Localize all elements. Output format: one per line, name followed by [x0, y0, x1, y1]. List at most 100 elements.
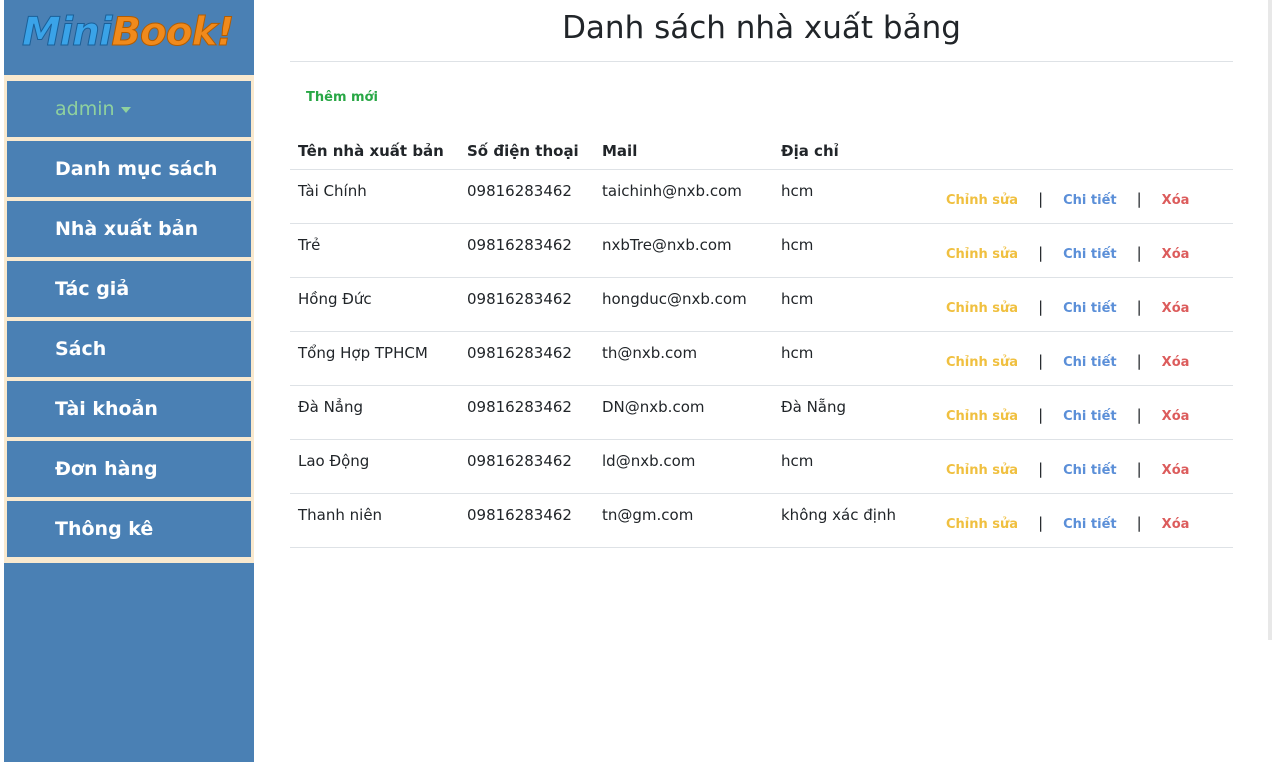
delete-link[interactable]: Xóa [1162, 409, 1190, 424]
column-header-actions [926, 130, 1233, 170]
delete-link[interactable]: Xóa [1162, 517, 1190, 532]
delete-link[interactable]: Xóa [1162, 355, 1190, 370]
action-separator: | [1136, 243, 1142, 262]
edit-link[interactable]: Chỉnh sửa [946, 247, 1018, 262]
cell-mail: taichinh@nxb.com [594, 169, 773, 224]
action-separator: | [1038, 297, 1044, 316]
cell-mail: DN@nxb.com [594, 385, 773, 440]
table-body: Tài Chính 09816283462 taichinh@nxb.com hcm C… [290, 169, 1233, 548]
sidebar-item-label: Thông kê [55, 518, 154, 540]
column-header-address: Địa chỉ [773, 130, 926, 170]
sidebar-item-categories[interactable]: Danh mục sách [7, 141, 251, 197]
cell-mail: ld@nxb.com [594, 439, 773, 494]
publisher-table: Tên nhà xuất bản Số điện thoại Mail Địa … [290, 130, 1233, 548]
cell-phone: 09816283462 [459, 277, 594, 332]
cell-name: Hồng Đức [290, 277, 459, 332]
edit-link[interactable]: Chỉnh sửa [946, 517, 1018, 532]
cell-address: hcm [773, 277, 926, 332]
delete-link[interactable]: Xóa [1162, 193, 1190, 208]
sidebar-item-label: Tác giả [55, 278, 130, 300]
table-row: Tài Chính 09816283462 taichinh@nxb.com hcm C… [290, 169, 1233, 224]
cell-name: Tổng Hợp TPHCM [290, 331, 459, 386]
sidebar-item-label: Nhà xuất bản [55, 218, 199, 240]
delete-link[interactable]: Xóa [1162, 463, 1190, 478]
table-row: Thanh niên 09816283462 tn@gm.com không xác … [290, 493, 1233, 548]
action-separator: | [1038, 513, 1044, 532]
cell-phone: 09816283462 [459, 439, 594, 494]
cell-actions: Chỉnh sửa | Chi tiết | Xóa [926, 331, 1233, 386]
cell-phone: 09816283462 [459, 169, 594, 224]
sidebar-item-label: Sách [55, 338, 107, 360]
delete-link[interactable]: Xóa [1162, 247, 1190, 262]
cell-address: Đà Nẵng [773, 385, 926, 440]
cell-mail: hongduc@nxb.com [594, 277, 773, 332]
edit-link[interactable]: Chỉnh sửa [946, 301, 1018, 316]
sidebar-item-books[interactable]: Sách [7, 321, 251, 377]
cell-name: Đà Nẳng [290, 385, 459, 440]
detail-link[interactable]: Chi tiết [1063, 355, 1116, 370]
cell-name: Thanh niên [290, 493, 459, 548]
detail-link[interactable]: Chi tiết [1063, 193, 1116, 208]
sidebar-item-publishers[interactable]: Nhà xuất bản [7, 201, 251, 257]
sidebar-item-authors[interactable]: Tác giả [7, 261, 251, 317]
page-title: Danh sách nhà xuất bảng [290, 0, 1233, 62]
brand-logo[interactable]: MiniBook! [21, 8, 262, 58]
chevron-down-icon [120, 107, 131, 113]
action-separator: | [1038, 405, 1044, 424]
cell-actions: Chỉnh sửa | Chi tiết | Xóa [926, 277, 1233, 332]
sidebar-item-label: Danh mục sách [55, 158, 218, 180]
cell-address: hcm [773, 223, 926, 278]
action-separator: | [1038, 189, 1044, 208]
edit-link[interactable]: Chỉnh sửa [946, 463, 1018, 478]
edit-link[interactable]: Chỉnh sửa [946, 193, 1018, 208]
cell-mail: nxbTre@nxb.com [594, 223, 773, 278]
cell-actions: Chỉnh sửa | Chi tiết | Xóa [926, 439, 1233, 494]
cell-name: Trẻ [290, 223, 459, 278]
brand-logo-part1: Mini [21, 10, 112, 56]
sidebar-item-accounts[interactable]: Tài khoản [7, 381, 251, 437]
add-new-link[interactable]: Thêm mới [306, 90, 378, 105]
detail-link[interactable]: Chi tiết [1063, 409, 1116, 424]
detail-link[interactable]: Chi tiết [1063, 247, 1116, 262]
edit-link[interactable]: Chỉnh sửa [946, 355, 1018, 370]
edit-link[interactable]: Chỉnh sửa [946, 409, 1018, 424]
action-separator: | [1038, 351, 1044, 370]
cell-address: hcm [773, 331, 926, 386]
scrollbar[interactable] [1268, 0, 1272, 640]
table-row: Hồng Đức 09816283462 hongduc@nxb.com hcm Chỉ… [290, 277, 1233, 332]
column-header-phone: Số điện thoại [459, 130, 594, 170]
action-separator: | [1136, 351, 1142, 370]
table-row: Đà Nẳng 09816283462 DN@nxb.com Đà Nẵng Chỉnh… [290, 385, 1233, 440]
cell-mail: tn@gm.com [594, 493, 773, 548]
sidebar-item-orders[interactable]: Đơn hàng [7, 441, 251, 497]
sidebar: MiniBook! admin Danh mục sách Nhà xuất b… [4, 0, 254, 762]
cell-name: Tài Chính [290, 169, 459, 224]
detail-link[interactable]: Chi tiết [1063, 301, 1116, 316]
table-row: Lao Động 09816283462 ld@nxb.com hcm Chỉnh sử… [290, 439, 1233, 494]
cell-actions: Chỉnh sửa | Chi tiết | Xóa [926, 223, 1233, 278]
action-separator: | [1136, 513, 1142, 532]
column-header-mail: Mail [594, 130, 773, 170]
cell-phone: 09816283462 [459, 223, 594, 278]
table-row: Tổng Hợp TPHCM 09816283462 th@nxb.com hcm Ch… [290, 331, 1233, 386]
sidebar-menu: admin Danh mục sách Nhà xuất bản Tác giả… [4, 75, 254, 563]
detail-link[interactable]: Chi tiết [1063, 517, 1116, 532]
cell-address: hcm [773, 169, 926, 224]
cell-phone: 09816283462 [459, 493, 594, 548]
table-row: Trẻ 09816283462 nxbTre@nxb.com hcm Chỉnh sửa… [290, 223, 1233, 278]
delete-link[interactable]: Xóa [1162, 301, 1190, 316]
cell-actions: Chỉnh sửa | Chi tiết | Xóa [926, 385, 1233, 440]
user-name: admin [55, 98, 115, 120]
sidebar-item-label: Đơn hàng [55, 458, 158, 480]
sidebar-item-statistics[interactable]: Thông kê [7, 501, 251, 557]
cell-address: hcm [773, 439, 926, 494]
cell-phone: 09816283462 [459, 331, 594, 386]
main-content: Danh sách nhà xuất bảng Thêm mới Tên nhà… [290, 0, 1233, 548]
cell-address: không xác định [773, 493, 926, 548]
detail-link[interactable]: Chi tiết [1063, 463, 1116, 478]
user-menu-toggle[interactable]: admin [7, 81, 251, 137]
action-separator: | [1136, 189, 1142, 208]
brand-logo-part2: Book! [111, 10, 235, 56]
action-separator: | [1136, 297, 1142, 316]
cell-name: Lao Động [290, 439, 459, 494]
